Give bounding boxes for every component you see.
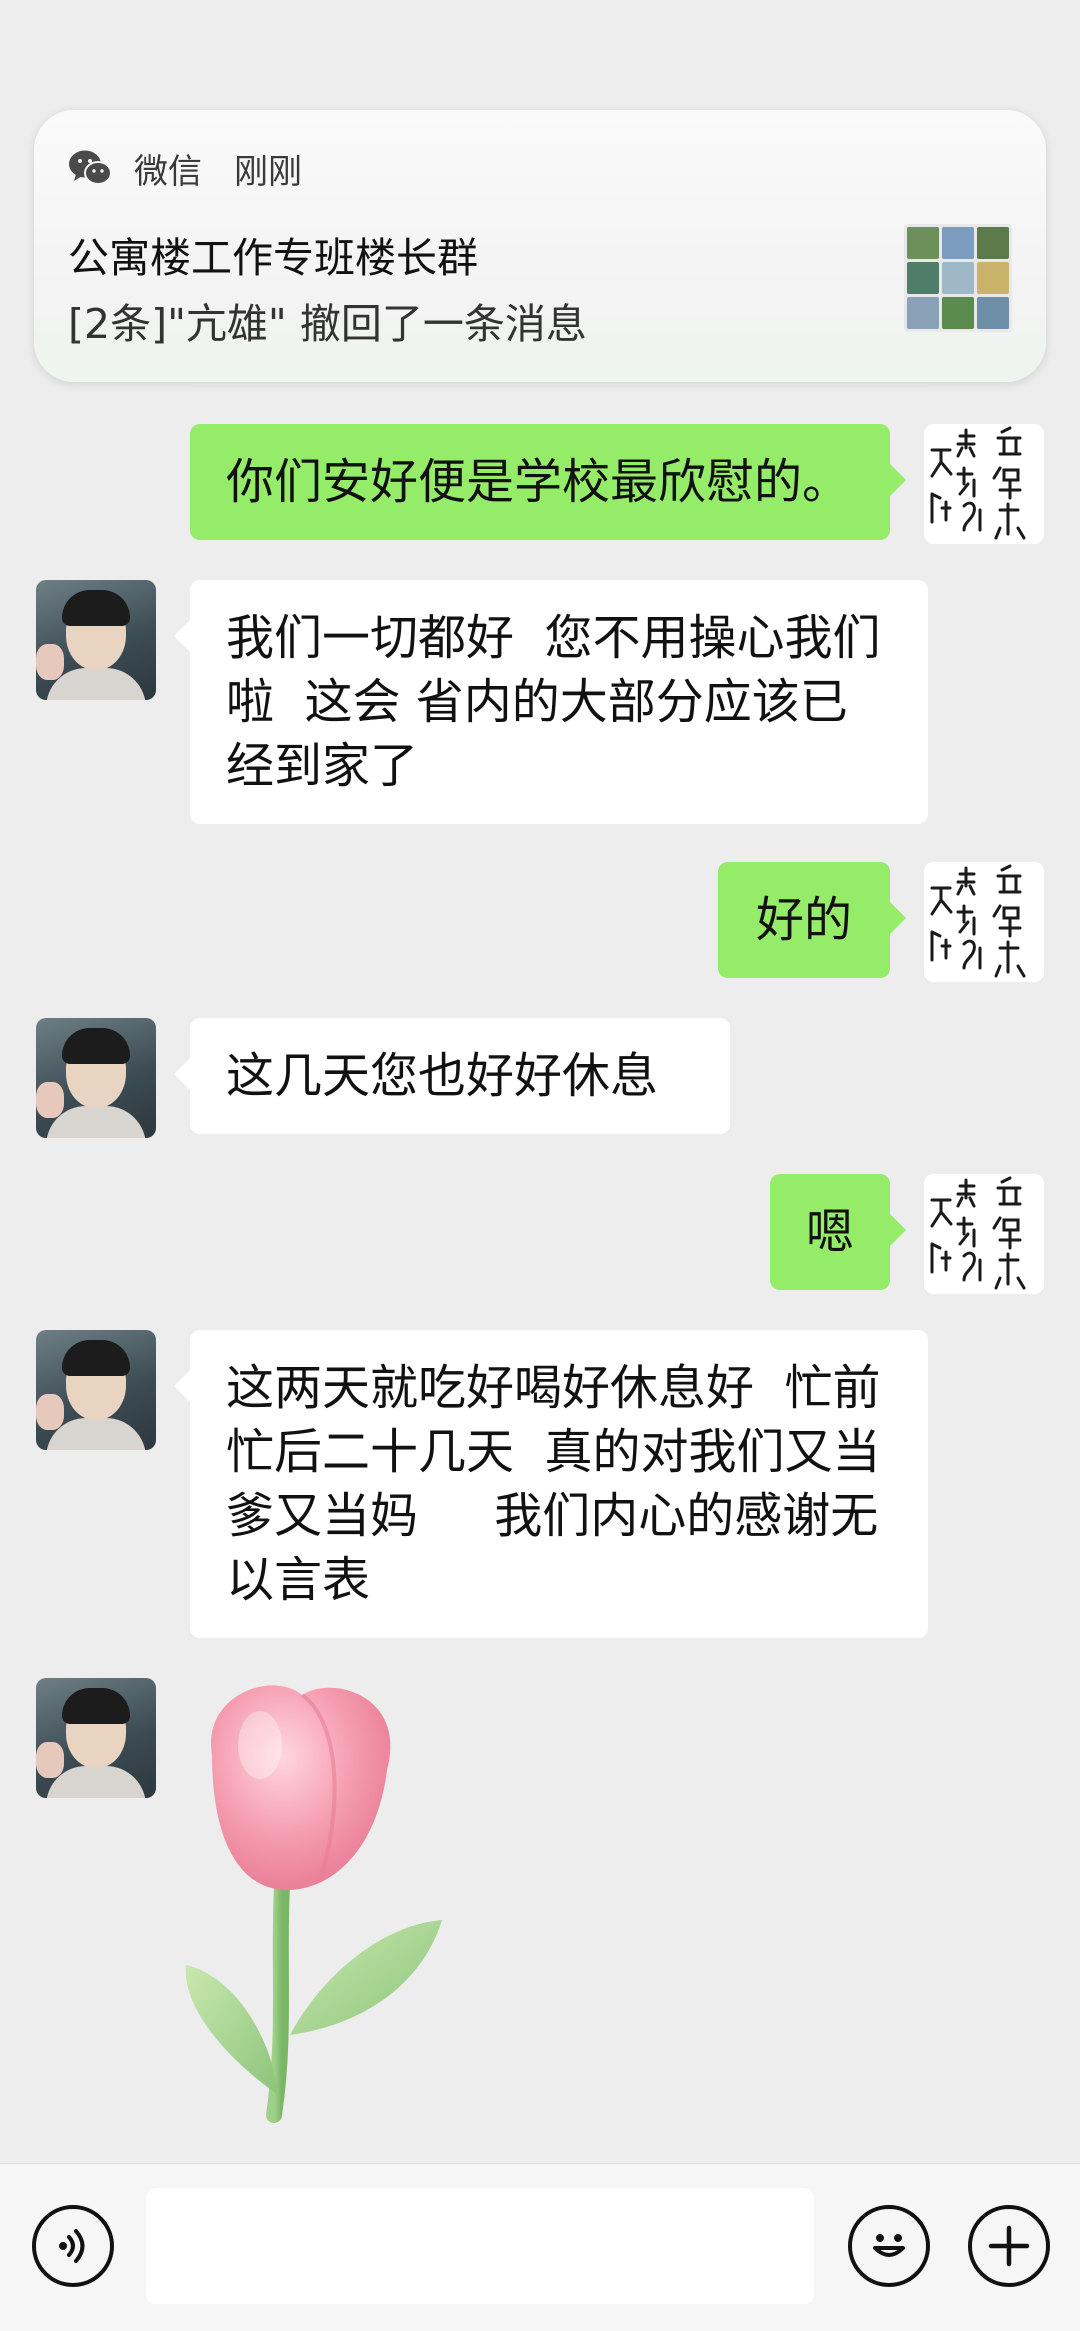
notification-time: 刚刚 [234, 152, 302, 192]
calligraphy-avatar-icon [924, 862, 1044, 982]
group-member-thumb [942, 227, 974, 259]
group-avatar-thumbnail [904, 224, 1012, 332]
my-avatar[interactable] [924, 424, 1044, 544]
emoji-button[interactable] [848, 2205, 930, 2287]
contact-avatar[interactable] [36, 1330, 156, 1450]
group-member-thumb [977, 227, 1009, 259]
wechat-icon [69, 150, 112, 185]
group-member-thumb [907, 297, 939, 329]
my-avatar[interactable] [924, 862, 1044, 982]
notification-title: 公寓楼工作专班楼长群 [68, 234, 478, 282]
voice-icon [59, 2229, 85, 2263]
group-member-thumb [977, 297, 1009, 329]
message-bubble-incoming[interactable]: 我们一切都好 您不用操心我们 啦 这会 省内的大部分应该已 经到家了 [174, 580, 928, 824]
voice-button[interactable] [32, 2205, 114, 2287]
contact-avatar[interactable] [36, 580, 156, 700]
plus-icon [988, 2225, 1030, 2267]
chat-input-bar [0, 2163, 1080, 2331]
message-bubble-incoming[interactable]: 这两天就吃好喝好休息好 忙前 忙后二十几天 真的对我们又当 爹又当妈 我们内心的… [174, 1330, 928, 1638]
message-bubble-outgoing[interactable]: 好的 [718, 862, 906, 978]
tulip-sticker[interactable] [182, 1675, 472, 2130]
message-input[interactable] [146, 2188, 814, 2304]
group-member-thumb [907, 262, 939, 294]
emoji-icon [873, 2234, 905, 2257]
notification-body: [2条]"亢雄" 撤回了一条消息 [68, 300, 587, 348]
message-bubble-outgoing[interactable]: 你们安好便是学校最欣慰的。 [190, 424, 906, 540]
my-avatar[interactable] [924, 1174, 1044, 1294]
notification-app-name: 微信 [134, 152, 202, 192]
notification-banner[interactable]: 微信 刚刚 公寓楼工作专班楼长群 [2条]"亢雄" 撤回了一条消息 [34, 110, 1046, 382]
contact-avatar[interactable] [36, 1018, 156, 1138]
group-member-thumb [977, 262, 1009, 294]
contact-avatar[interactable] [36, 1678, 156, 1798]
group-member-thumb [907, 227, 939, 259]
calligraphy-avatar-icon [924, 1174, 1044, 1294]
more-button[interactable] [968, 2205, 1050, 2287]
calligraphy-avatar-icon [924, 424, 1044, 544]
message-bubble-outgoing[interactable]: 嗯 [770, 1174, 906, 1290]
group-member-thumb [942, 262, 974, 294]
group-member-thumb [942, 297, 974, 329]
message-bubble-incoming[interactable]: 这几天您也好好休息 [174, 1018, 730, 1134]
notification-shadow-edge [192, 384, 927, 387]
